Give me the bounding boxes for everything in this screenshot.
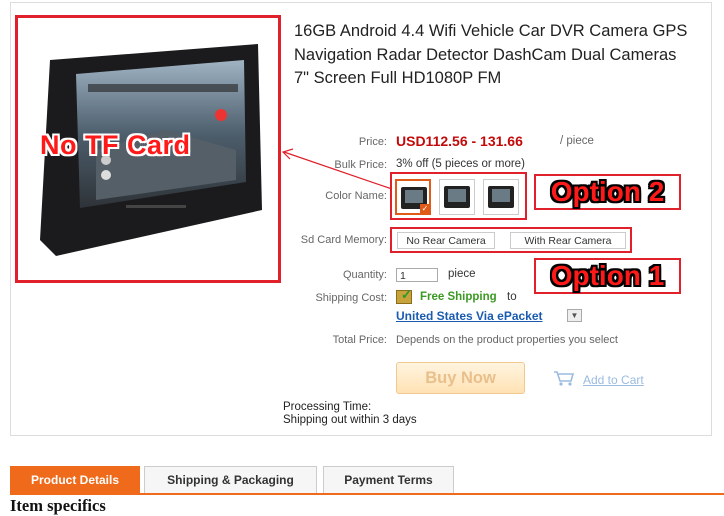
- bulk-price-label: Bulk Price:: [334, 159, 387, 171]
- quantity-label: Quantity:: [342, 269, 387, 281]
- item-specifics-heading: Item specifics: [10, 496, 106, 515]
- option-1-annotation: Option 1: [534, 258, 681, 294]
- sd-option-group: No Rear Camera With Rear Camera: [390, 227, 632, 253]
- color-swatch-3[interactable]: [483, 179, 519, 215]
- selected-check-icon: ✓: [420, 204, 430, 214]
- with-rear-camera-option[interactable]: With Rear Camera: [510, 232, 626, 249]
- total-price-label: Total Price:: [332, 334, 387, 346]
- no-rear-camera-option[interactable]: No Rear Camera: [397, 232, 495, 249]
- shipping-cost-label: Shipping Cost:: [315, 292, 387, 304]
- tabs-divider: [10, 493, 724, 495]
- price-value: USD112.56 - 131.66: [396, 133, 523, 149]
- color-name-label: Color Name:: [325, 190, 387, 202]
- option-2-annotation: Option 2: [534, 174, 681, 210]
- processing-time-value: Shipping out within 3 days: [283, 413, 417, 426]
- quantity-input[interactable]: 1: [396, 268, 438, 282]
- chevron-down-icon[interactable]: ▼: [567, 309, 582, 322]
- add-to-cart-link[interactable]: Add to Cart: [583, 373, 644, 387]
- product-title: 16GB Android 4.4 Wifi Vehicle Car DVR Ca…: [294, 22, 688, 87]
- tab-shipping-packaging[interactable]: Shipping & Packaging: [144, 466, 317, 493]
- shipping-destination-link[interactable]: United States Via ePacket: [396, 309, 543, 323]
- product-image[interactable]: No TF Card: [15, 15, 281, 283]
- shipping-to-text: to: [507, 291, 517, 303]
- shopping-cart-icon[interactable]: [553, 370, 575, 386]
- color-swatch-1[interactable]: ✓: [395, 179, 431, 215]
- tab-payment-terms[interactable]: Payment Terms: [323, 466, 454, 493]
- total-price-value: Depends on the product properties you se…: [396, 334, 618, 346]
- bulk-price-value: 3% off (5 pieces or more): [396, 158, 525, 170]
- sd-card-memory-label: Sd Card Memory:: [300, 234, 387, 246]
- processing-time: Processing Time: Shipping out within 3 d…: [283, 401, 417, 426]
- price-label: Price:: [358, 136, 387, 148]
- free-shipping-text: Free Shipping: [420, 291, 497, 303]
- option-1-label: Option 1: [550, 260, 665, 291]
- shipping-box-check-icon: [396, 287, 412, 304]
- option-2-label: Option 2: [550, 176, 665, 207]
- swatch-thumbnail: [444, 186, 470, 208]
- processing-time-label: Processing Time:: [283, 401, 372, 413]
- color-swatch-group: ✓: [390, 172, 527, 220]
- buy-now-button[interactable]: Buy Now: [396, 362, 525, 394]
- tab-product-details[interactable]: Product Details: [10, 466, 140, 493]
- price-unit: / piece: [560, 135, 594, 147]
- quantity-unit: piece: [448, 268, 476, 280]
- color-swatch-2[interactable]: [439, 179, 475, 215]
- no-tf-card-label: No TF Card: [40, 130, 191, 160]
- swatch-thumbnail: [488, 186, 514, 208]
